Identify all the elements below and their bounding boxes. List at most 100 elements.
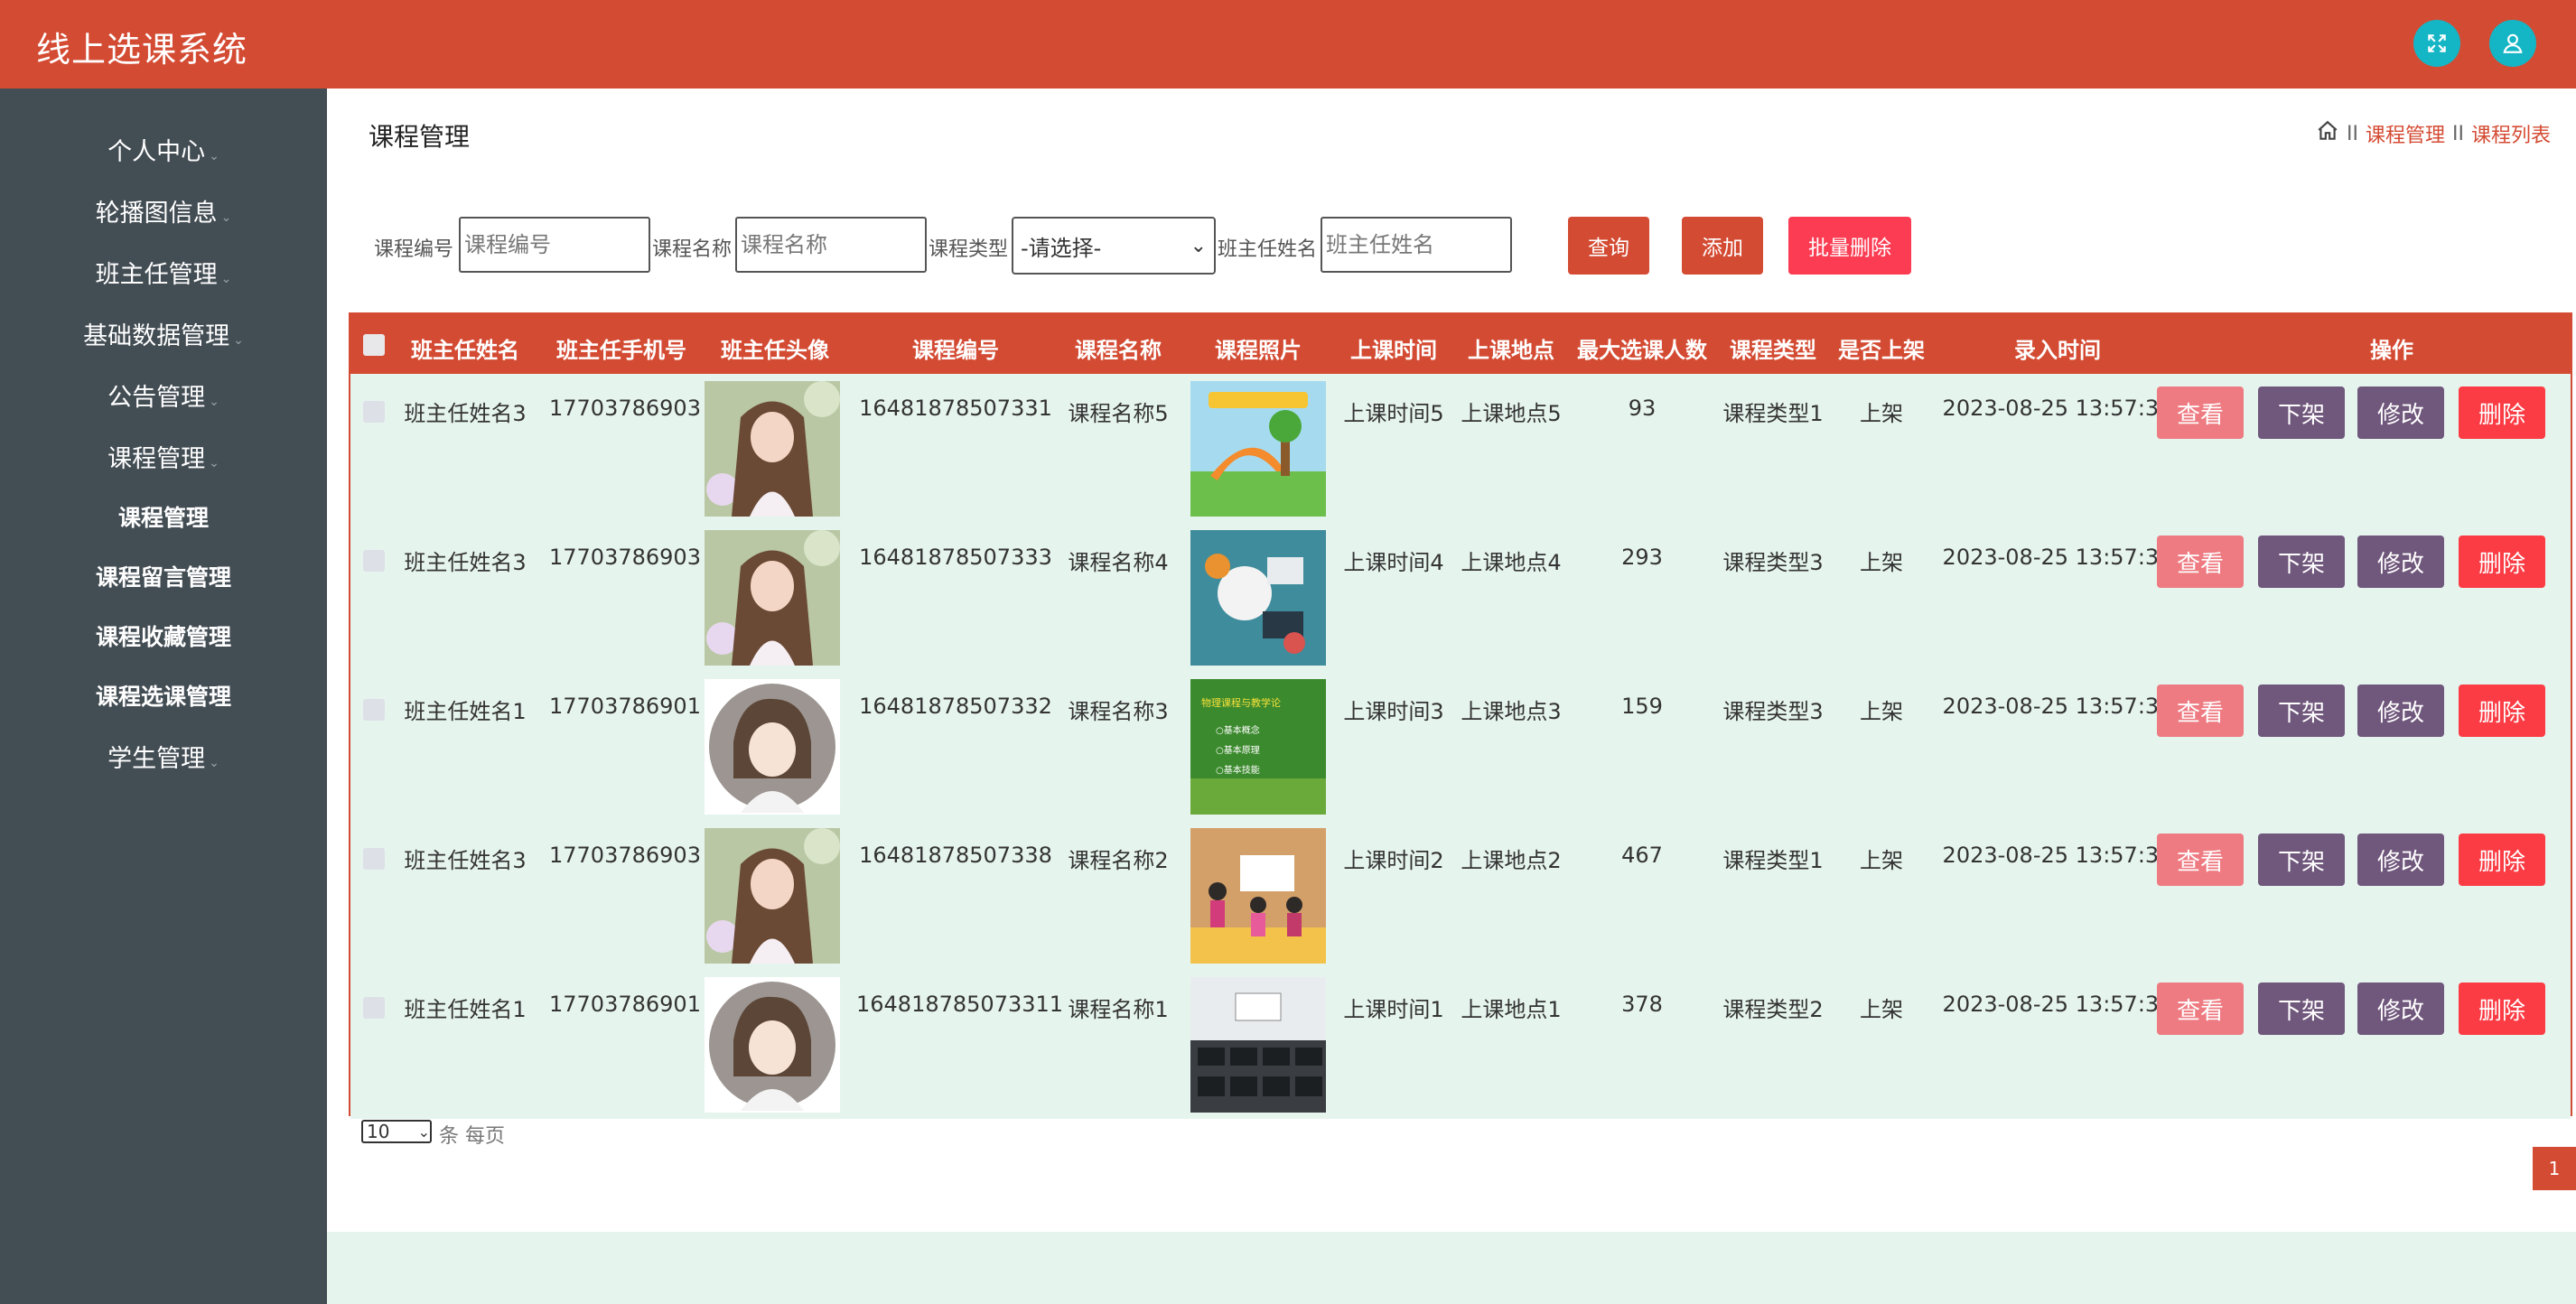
- view-button[interactable]: 查看: [2157, 983, 2244, 1035]
- row-checkbox[interactable]: [363, 699, 385, 721]
- cell-class-time: 上课时间2: [1343, 848, 1444, 873]
- breadcrumb-separator: II: [2347, 122, 2358, 145]
- sidebar-item-label: 学生管理: [107, 745, 206, 773]
- row-checkbox[interactable]: [363, 401, 385, 423]
- sidebar-item-carousel[interactable]: 轮播图信息 ⌄: [0, 193, 327, 228]
- cell-class-place: 上课地点5: [1461, 401, 1562, 426]
- edit-button[interactable]: 修改: [2357, 834, 2444, 886]
- user-button[interactable]: [2489, 20, 2536, 67]
- course-code-input[interactable]: [459, 217, 650, 273]
- sidebar-item-teachers[interactable]: 班主任管理 ⌄: [0, 255, 327, 290]
- chevron-down-icon: ⌄: [220, 210, 232, 225]
- page-size-select[interactable]: 10 ⌄: [361, 1120, 432, 1143]
- take-off-shelf-button[interactable]: 下架: [2258, 536, 2345, 588]
- edit-button[interactable]: 修改: [2357, 387, 2444, 439]
- col-class-time: 上课时间: [1350, 338, 1437, 363]
- table-header: 班主任姓名 班主任手机号 班主任头像 课程编号 课程名称 课程照片 上课时间 上…: [350, 314, 2571, 374]
- cell-max-students: 93: [1628, 396, 1657, 421]
- chevron-down-icon: ⌄: [220, 272, 232, 286]
- sidebar-sub-course-favorite[interactable]: 课程收藏管理: [0, 619, 327, 652]
- svg-text:○基本原理: ○基本原理: [1216, 744, 1260, 756]
- chevron-down-icon: ⌄: [1190, 234, 1207, 257]
- query-button[interactable]: 查询: [1568, 217, 1649, 275]
- home-icon[interactable]: [2316, 119, 2339, 148]
- page-number-button[interactable]: 1: [2533, 1147, 2576, 1190]
- course-photo-image: [1190, 530, 1326, 666]
- sidebar-sub-course-message[interactable]: 课程留言管理: [0, 560, 327, 592]
- cell-course-code: 164818785073311: [856, 992, 1064, 1017]
- cell-course-code: 16481878507338: [859, 843, 1052, 868]
- main-content: 课程管理 II 课程管理 II 课程列表 课程编号 课程名称 课程类型 -请选择…: [327, 88, 2576, 1232]
- chevron-down-icon: ⌄: [417, 1122, 430, 1141]
- teacher-avatar-image: [705, 977, 840, 1113]
- fullscreen-button[interactable]: [2413, 20, 2460, 67]
- cell-course-type: 课程类型1: [1722, 848, 1824, 873]
- table-row: 班主任姓名1 17703786901 16481878507332 课程名称3 …: [350, 672, 2571, 821]
- add-button[interactable]: 添加: [1682, 217, 1763, 275]
- edit-button[interactable]: 修改: [2357, 685, 2444, 737]
- course-photo-image: 物理课程与教学论 ○基本概念 ○基本原理 ○基本技能: [1190, 679, 1326, 815]
- take-off-shelf-button[interactable]: 下架: [2258, 685, 2345, 737]
- cell-on-shelf: 上架: [1860, 401, 1903, 426]
- delete-button[interactable]: 删除: [2459, 536, 2545, 588]
- select-all-checkbox[interactable]: [363, 334, 385, 356]
- cell-teacher-phone: 17703786901: [549, 694, 701, 719]
- course-type-select[interactable]: -请选择- ⌄: [1012, 217, 1216, 275]
- cell-course-code: 16481878507333: [859, 545, 1052, 570]
- sidebar-item-label: 课程管理: [107, 445, 206, 473]
- sidebar-item-course[interactable]: 课程管理 ⌄: [0, 439, 327, 474]
- cell-class-place: 上课地点1: [1461, 997, 1562, 1022]
- page-title: 课程管理: [369, 122, 471, 152]
- view-button[interactable]: 查看: [2157, 685, 2244, 737]
- delete-button[interactable]: 删除: [2459, 685, 2545, 737]
- take-off-shelf-button[interactable]: 下架: [2258, 983, 2345, 1035]
- cell-teacher-name: 班主任姓名3: [404, 550, 527, 575]
- chevron-down-icon: ⌄: [209, 149, 219, 163]
- view-button[interactable]: 查看: [2157, 387, 2244, 439]
- view-button[interactable]: 查看: [2157, 536, 2244, 588]
- cell-class-time: 上课时间3: [1343, 699, 1444, 724]
- cell-created-time: 2023-08-25 13:57:30: [1942, 694, 2173, 719]
- sidebar-sub-course-manage[interactable]: 课程管理: [0, 500, 327, 533]
- row-checkbox[interactable]: [363, 550, 385, 572]
- delete-button[interactable]: 删除: [2459, 834, 2545, 886]
- cell-created-time: 2023-08-25 13:57:30: [1942, 992, 2173, 1017]
- sidebar-sub-course-select[interactable]: 课程选课管理: [0, 679, 327, 712]
- cell-class-place: 上课地点4: [1461, 550, 1562, 575]
- table-row: 班主任姓名1 17703786901 164818785073311 课程名称1…: [350, 970, 2571, 1119]
- cell-created-time: 2023-08-25 13:57:30: [1942, 396, 2173, 421]
- delete-button[interactable]: 删除: [2459, 983, 2545, 1035]
- course-code-label: 课程编号: [374, 238, 454, 261]
- edit-button[interactable]: 修改: [2357, 983, 2444, 1035]
- teacher-name-input[interactable]: [1321, 217, 1512, 273]
- row-checkbox[interactable]: [363, 997, 385, 1019]
- take-off-shelf-button[interactable]: 下架: [2258, 387, 2345, 439]
- chevron-down-icon: ⌄: [209, 756, 219, 770]
- view-button[interactable]: 查看: [2157, 834, 2244, 886]
- edit-button[interactable]: 修改: [2357, 536, 2444, 588]
- teacher-name-label: 班主任姓名: [1218, 238, 1318, 261]
- col-course-code: 课程编号: [912, 338, 999, 363]
- course-photo-image: [1190, 381, 1326, 517]
- sidebar-item-basic-data[interactable]: 基础数据管理 ⌄: [0, 316, 327, 351]
- table-row: 班主任姓名3 17703786903 16481878507333 课程名称4 …: [350, 523, 2571, 672]
- take-off-shelf-button[interactable]: 下架: [2258, 834, 2345, 886]
- batch-delete-button[interactable]: 批量删除: [1788, 217, 1911, 275]
- sidebar-item-personal[interactable]: 个人中心 ⌄: [0, 132, 327, 167]
- row-checkbox[interactable]: [363, 848, 385, 870]
- sidebar-item-notice[interactable]: 公告管理 ⌄: [0, 377, 327, 413]
- cell-on-shelf: 上架: [1860, 997, 1903, 1022]
- sidebar-item-students[interactable]: 学生管理 ⌄: [0, 739, 327, 774]
- cell-max-students: 293: [1621, 545, 1663, 570]
- table-row: 班主任姓名3 17703786903 16481878507338 课程名称2 …: [350, 821, 2571, 970]
- col-course-name: 课程名称: [1075, 338, 1162, 363]
- cell-course-type: 课程类型2: [1722, 997, 1824, 1022]
- cell-teacher-name: 班主任姓名1: [404, 699, 527, 724]
- course-name-label: 课程名称: [652, 238, 733, 261]
- breadcrumb-course-manage[interactable]: 课程管理: [2366, 119, 2445, 148]
- course-name-input[interactable]: [735, 217, 927, 273]
- delete-button[interactable]: 删除: [2459, 387, 2545, 439]
- chevron-down-icon: ⌄: [233, 333, 244, 348]
- breadcrumb-course-list[interactable]: 课程列表: [2471, 119, 2551, 148]
- teacher-avatar-image: [705, 530, 840, 666]
